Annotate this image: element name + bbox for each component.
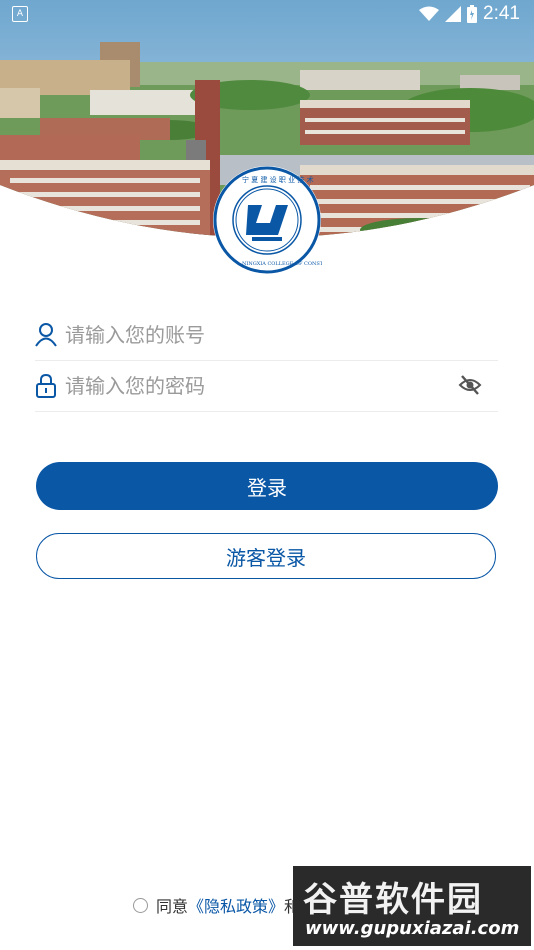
college-logo: 宁 夏 建 设 职 业 技 术 NINGXIA COLLEGE OF CONST…	[212, 165, 349, 275]
system-icons: 2:41	[419, 3, 520, 25]
password-input[interactable]	[65, 366, 445, 406]
cellular-signal-icon	[445, 6, 462, 22]
agreement-row: 同意 《隐私政策》 和	[133, 893, 300, 917]
account-field	[35, 310, 498, 361]
privacy-policy-link[interactable]: 《隐私政策》	[188, 893, 284, 917]
account-input[interactable]	[65, 315, 445, 355]
guest-login-button[interactable]: 游客登录	[36, 533, 496, 579]
svg-text:宁 夏 建 设 职 业 技 术: 宁 夏 建 设 职 业 技 术	[242, 175, 314, 184]
password-field	[35, 361, 498, 412]
lock-icon	[35, 373, 57, 399]
watermark-url: www.gupuxiazai.com	[305, 918, 520, 939]
watermark-overlay: 谷普软件园 www.gupuxiazai.com	[293, 866, 531, 946]
wifi-icon	[419, 6, 440, 21]
svg-text:NINGXIA COLLEGE OF CONSTRUCTIO: NINGXIA COLLEGE OF CONSTRUCTION	[242, 261, 322, 267]
eye-off-icon[interactable]	[458, 373, 482, 397]
agreement-prefix: 同意	[156, 897, 189, 916]
clock-time: 2:41	[483, 3, 520, 24]
notification-icon: A	[12, 6, 28, 22]
agreement-radio[interactable]	[133, 897, 148, 913]
user-icon	[35, 322, 57, 348]
login-button[interactable]: 登录	[36, 462, 498, 510]
battery-icon	[467, 5, 478, 23]
status-bar: A 2:41	[0, 0, 534, 28]
watermark-brand: 谷普软件园	[303, 880, 483, 920]
